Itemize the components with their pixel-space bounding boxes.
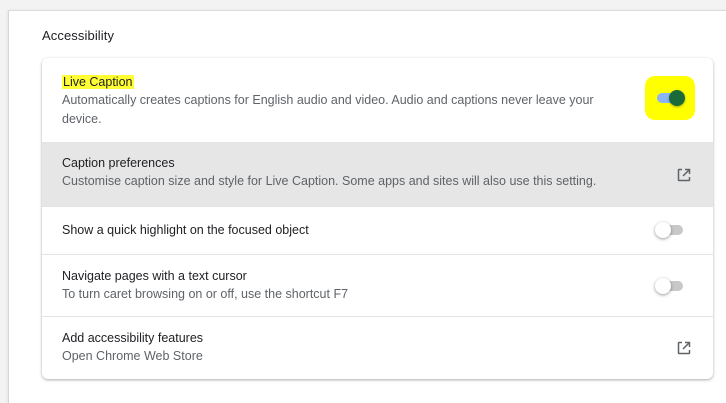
focus-highlight-toggle[interactable]	[655, 222, 685, 238]
focus-highlight-row[interactable]: Show a quick highlight on the focused ob…	[42, 206, 713, 254]
caret-browsing-description: To turn caret browsing on or off, use th…	[62, 287, 349, 301]
settings-panel: Accessibility Live Caption Automatically…	[8, 10, 726, 403]
caret-browsing-row[interactable]: Navigate pages with a text cursor To tur…	[42, 254, 713, 316]
live-caption-description-line1: Automatically creates captions for Engli…	[62, 93, 594, 107]
toggle-knob	[655, 278, 671, 294]
open-in-new-icon[interactable]	[676, 340, 692, 356]
live-caption-description-line2: device.	[62, 112, 102, 126]
toggle-knob	[669, 90, 685, 106]
add-features-title: Add accessibility features	[62, 331, 204, 345]
toggle-knob	[655, 222, 671, 238]
caption-preferences-title: Caption preferences	[62, 156, 175, 170]
section-title: Accessibility	[42, 28, 115, 43]
live-caption-row[interactable]: Live Caption Automatically creates capti…	[42, 58, 713, 142]
live-caption-toggle[interactable]	[655, 90, 685, 106]
live-caption-title: Live Caption	[62, 75, 134, 89]
focus-highlight-title: Show a quick highlight on the focused ob…	[62, 223, 309, 237]
accessibility-card: Live Caption Automatically creates capti…	[42, 58, 713, 379]
add-features-description: Open Chrome Web Store	[62, 349, 203, 363]
caption-preferences-description: Customise caption size and style for Liv…	[62, 174, 597, 188]
open-in-new-icon[interactable]	[676, 167, 692, 183]
caret-browsing-title: Navigate pages with a text cursor	[62, 269, 247, 283]
caption-preferences-row[interactable]: Caption preferences Customise caption si…	[42, 142, 713, 206]
settings-page: Accessibility Live Caption Automatically…	[0, 0, 726, 403]
add-accessibility-features-row[interactable]: Add accessibility features Open Chrome W…	[42, 316, 713, 379]
caret-browsing-toggle[interactable]	[655, 278, 685, 294]
